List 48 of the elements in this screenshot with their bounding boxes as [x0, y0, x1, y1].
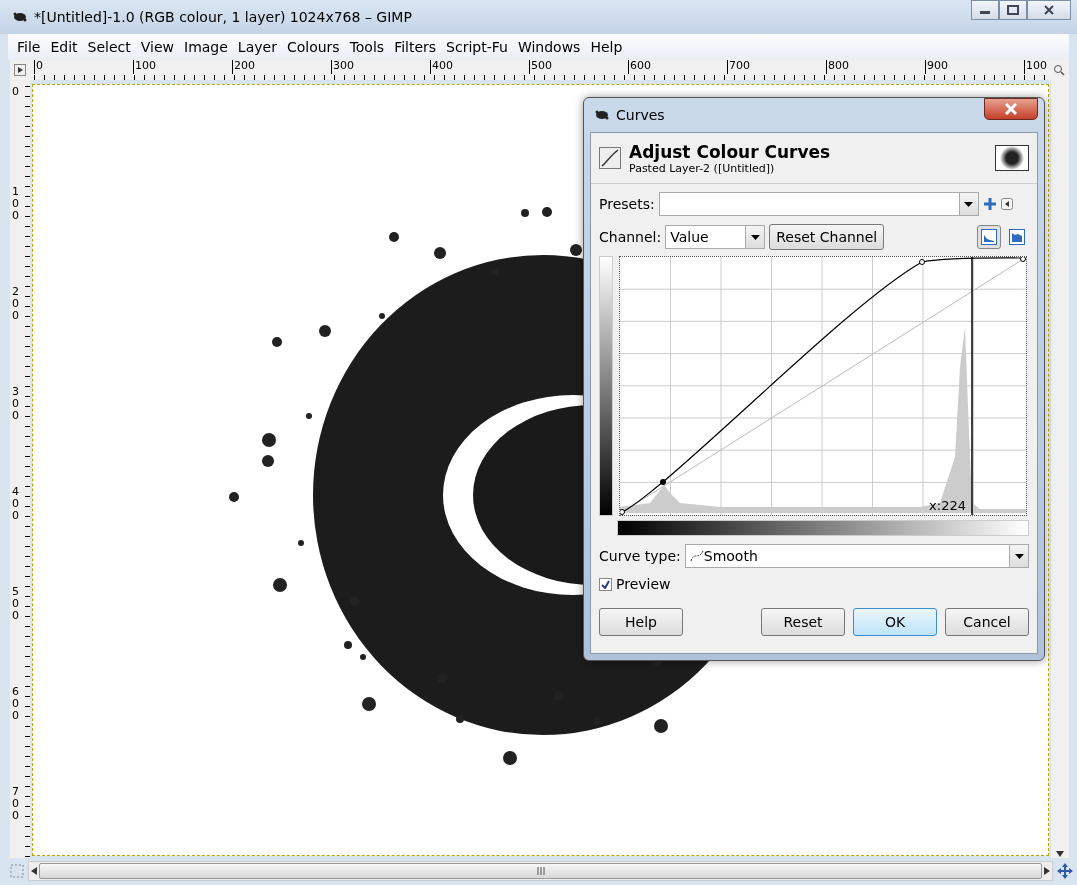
ruler-label: 300 [11, 386, 20, 425]
ruler-label: 500 [529, 60, 628, 74]
ruler-label: 800 [826, 60, 925, 74]
menu-item[interactable]: Colours [281, 39, 345, 55]
ruler-label: 200 [232, 60, 331, 74]
dialog-title: Curves [616, 107, 666, 123]
curve-type-label: Curve type: [599, 548, 681, 564]
curve-type-dropdown[interactable]: Smooth [684, 544, 1029, 568]
ruler-label: 0 [11, 86, 20, 100]
menu-item[interactable]: Tools [344, 39, 390, 55]
dialog-heading: Adjust Colour Curves [629, 141, 832, 162]
dialog-button[interactable]: Cancel [945, 608, 1029, 636]
menu-item[interactable]: Edit [45, 39, 83, 55]
menu-item[interactable]: Image [179, 39, 233, 55]
menu-item[interactable]: View [135, 39, 179, 55]
dialog-button[interactable]: Reset [761, 608, 845, 636]
ruler-label: 900 [925, 60, 1024, 74]
dialog-button[interactable]: OK [853, 608, 937, 636]
channel-label: Channel: [599, 229, 662, 245]
ruler-label: 400 [430, 60, 529, 74]
curve-graph[interactable]: x:224 [619, 256, 1027, 516]
ruler-label: 200 [11, 286, 20, 325]
ruler-label: 100 [1024, 60, 1047, 74]
reset-channel-button[interactable]: Reset Channel [769, 224, 885, 250]
ruler-label: 300 [331, 60, 430, 74]
window-title: *[Untitled]-1.0 (RGB colour, 1 layer) 1024x768 – GIMP [34, 9, 413, 25]
layer-name: Pasted Layer-2 ([Untitled]) [629, 161, 776, 175]
ruler-label: 600 [628, 60, 727, 74]
menu-item[interactable]: Help [585, 39, 628, 55]
ruler-label: 600 [11, 686, 20, 725]
ruler-label: 700 [11, 786, 20, 823]
menu-item[interactable]: File [12, 39, 46, 55]
ruler-label: 500 [11, 586, 20, 625]
curve-readout: x:224 [929, 498, 966, 513]
menu-item[interactable]: Filters [389, 39, 442, 55]
ruler-label: 100 [133, 60, 232, 74]
channel-dropdown[interactable]: Value [665, 225, 766, 249]
ruler-label: 0 [34, 60, 133, 74]
ruler-label: 400 [11, 486, 20, 525]
menu-item[interactable]: Layer [232, 39, 282, 55]
presets-label: Presets: [599, 196, 655, 212]
ruler-label: 100 [11, 186, 20, 225]
menu-item[interactable]: Select [82, 39, 136, 55]
preview-label[interactable]: Preview [616, 576, 671, 592]
menu-item[interactable]: Script-Fu [441, 39, 513, 55]
ruler-label: 700 [727, 60, 826, 74]
dialog-button[interactable]: Help [599, 608, 683, 636]
menu-item[interactable]: Windows [512, 39, 586, 55]
